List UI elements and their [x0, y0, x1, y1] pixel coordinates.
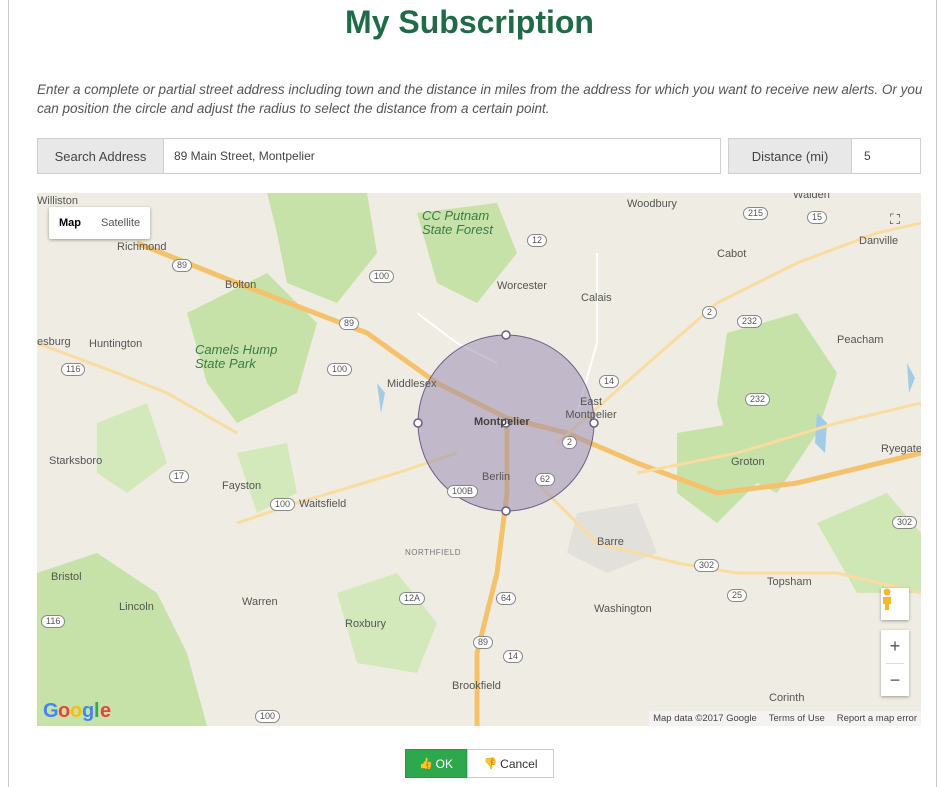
forest-label: CC Putnam State Forest: [422, 208, 493, 237]
place-label: Corinth: [769, 692, 805, 704]
route-shield: 14: [503, 650, 524, 663]
route-shield: 100: [369, 270, 395, 283]
google-logo-mark: G o o g l e: [43, 700, 112, 722]
search-address-input[interactable]: [164, 138, 721, 174]
place-label: NORTHFIELD: [405, 548, 461, 557]
route-shield: 302: [892, 516, 918, 529]
place-label: Danville: [859, 235, 899, 247]
place-label: Richmond: [117, 241, 167, 253]
zoom-control: + −: [881, 630, 909, 696]
place-label: Cabot: [717, 248, 747, 260]
fullscreen-icon[interactable]: ⛶: [881, 205, 909, 233]
route-shield: 116: [41, 615, 66, 628]
svg-text:e: e: [100, 700, 111, 722]
page-title: My Subscription: [345, 4, 594, 40]
ok-label: OK: [435, 756, 454, 771]
place-label: Lincoln: [119, 601, 154, 613]
map-view[interactable]: Williston Richmond Bolton esburg Hunting…: [37, 193, 921, 726]
place-label: East Montpelier: [565, 396, 617, 421]
intro-text: Enter a complete or partial street addre…: [37, 82, 923, 116]
route-shield: 100: [255, 710, 281, 723]
map-type-control: Map Satellite: [49, 207, 151, 239]
route-shield: 2: [702, 306, 718, 319]
place-label: esburg: [37, 336, 71, 348]
place-label: Williston: [37, 195, 78, 207]
place-label: Worcester: [497, 280, 547, 292]
route-shield: 89: [172, 259, 193, 272]
place-label: Washington: [594, 603, 652, 615]
route-shield: 25: [727, 589, 748, 602]
svg-text:G: G: [43, 700, 58, 722]
route-shield: 116: [61, 363, 86, 376]
ok-button[interactable]: 👍 OK: [405, 749, 467, 778]
route-shield: 100: [270, 498, 296, 511]
thumbs-down-icon: 👎: [483, 758, 498, 770]
place-label: Huntington: [89, 338, 143, 350]
place-label: Walden: [793, 193, 830, 201]
place-label: Waitsfield: [299, 498, 347, 510]
map-attribution: Map data ©2017 Google Terms of Use Repor…: [649, 711, 921, 726]
action-buttons: 👍 OK 👎 Cancel: [405, 749, 554, 778]
place-label: Ryegate: [881, 443, 921, 455]
route-shield: 100B: [447, 485, 479, 498]
thumbs-up-icon: 👍: [418, 758, 433, 770]
route-shield: 302: [694, 559, 720, 572]
place-label: Groton: [731, 456, 765, 468]
svg-text:l: l: [94, 700, 99, 722]
page-left-border: [8, 0, 9, 787]
route-shield: 232: [737, 315, 763, 328]
zoom-out-button[interactable]: −: [881, 664, 909, 697]
place-label: Calais: [581, 292, 612, 304]
route-shield: 100: [327, 363, 353, 376]
place-label: Middlesex: [387, 378, 437, 390]
route-shield: 62: [535, 473, 556, 486]
distance-label: Distance (mi): [728, 138, 852, 174]
place-label: Peacham: [837, 334, 884, 346]
place-label: Topsham: [767, 576, 812, 588]
route-shield: 215: [743, 207, 769, 220]
map-type-map-button[interactable]: Map: [49, 207, 91, 239]
svg-text:o: o: [58, 700, 70, 722]
terms-of-use-link[interactable]: Terms of Use: [769, 713, 825, 724]
place-label: Berlin: [482, 471, 511, 483]
svg-text:g: g: [82, 700, 94, 722]
place-label: Warren: [242, 596, 278, 608]
place-label: Barre: [597, 536, 624, 548]
route-shield: 232: [745, 393, 771, 406]
map-type-satellite-button[interactable]: Satellite: [91, 207, 150, 239]
place-label: Roxbury: [345, 618, 386, 630]
park-label: Camels Hump State Park: [195, 342, 278, 371]
zoom-in-button[interactable]: +: [881, 630, 909, 663]
place-label: Bolton: [225, 279, 257, 291]
route-shield: 17: [169, 470, 190, 483]
report-map-error-link[interactable]: Report a map error: [837, 713, 917, 724]
place-label: Woodbury: [627, 198, 677, 210]
route-shield: 64: [496, 592, 517, 605]
route-shield: 2: [562, 436, 578, 449]
place-label: Fayston: [222, 480, 262, 492]
map-data-credit: Map data ©2017 Google: [653, 713, 757, 724]
pegman-icon[interactable]: [881, 588, 909, 620]
cancel-button[interactable]: 👎 Cancel: [467, 749, 554, 778]
route-shield: 89: [339, 317, 360, 330]
place-label: Bristol: [51, 571, 82, 583]
route-shield: 12: [527, 234, 548, 247]
distance-input[interactable]: [852, 138, 921, 174]
svg-text:o: o: [70, 700, 82, 722]
route-shield: 12A: [399, 592, 426, 605]
route-shield: 89: [473, 636, 494, 649]
place-label-montpelier: Montpelier: [474, 416, 530, 428]
place-label: Starksboro: [49, 455, 103, 467]
route-shield: 14: [599, 375, 620, 388]
cancel-label: Cancel: [500, 756, 538, 771]
place-label: Brookfield: [452, 680, 501, 692]
route-shield: 15: [807, 211, 828, 224]
search-address-label: Search Address: [37, 138, 164, 174]
page-right-border: [936, 0, 937, 787]
